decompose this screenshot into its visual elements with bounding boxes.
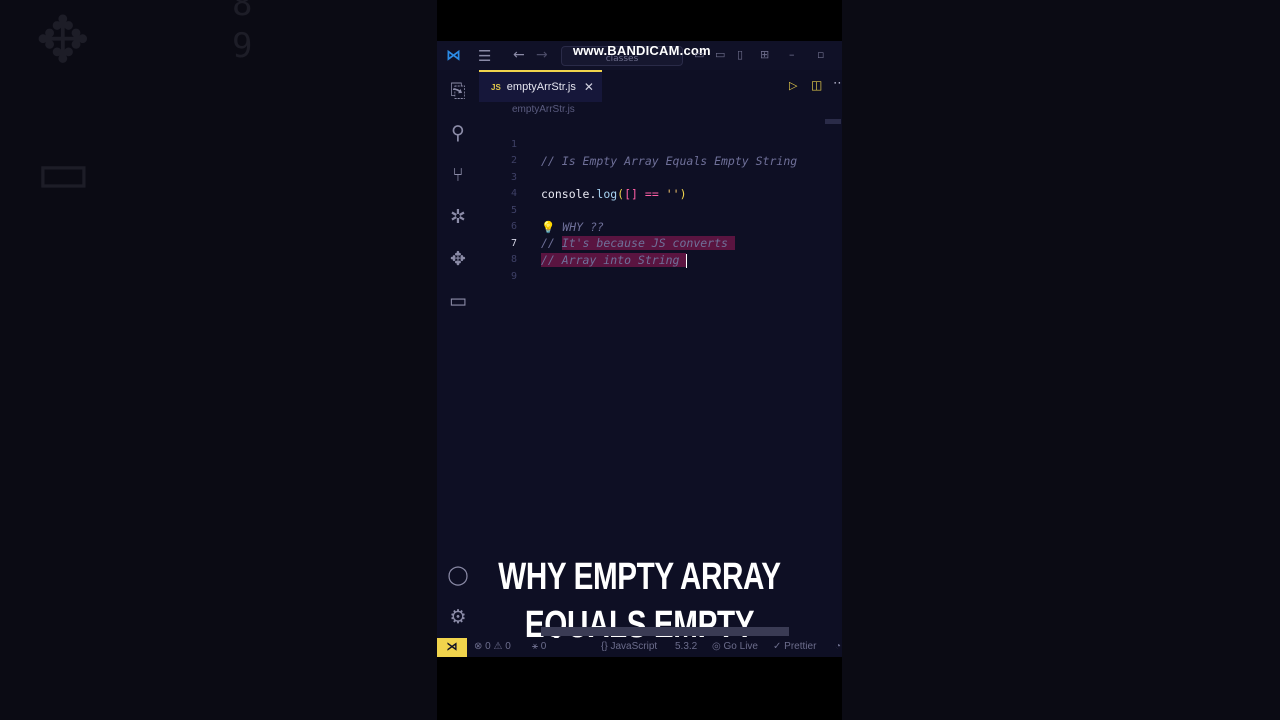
tab-emptyarrstr[interactable]: JS emptyArrStr.js ✕	[479, 70, 602, 102]
error-count: 0	[485, 641, 491, 652]
horizontal-scrollbar[interactable]	[541, 627, 789, 636]
line-number: 9	[510, 271, 517, 282]
go-live-button[interactable]: ◎ Go Live	[712, 641, 758, 652]
prettier-button[interactable]: ✓ Prettier	[773, 641, 816, 652]
tab-label: emptyArrStr.js	[506, 81, 576, 93]
broadcast-icon: ◎	[712, 641, 721, 652]
blurred-chat-icon: ▭	[36, 138, 91, 206]
extensions-icon[interactable]: ✥	[447, 248, 469, 270]
code-line: 9	[479, 251, 842, 282]
run-debug-icon[interactable]: ✲	[447, 206, 469, 228]
layout-panel-icon[interactable]: ▭	[694, 48, 704, 61]
code-line: 6 // It's because JS converts	[479, 201, 842, 250]
ports-indicator[interactable]: ⚹ 0	[532, 641, 546, 652]
problems-indicator[interactable]: ⊗ 0 ⚠ 0	[474, 641, 511, 652]
close-icon[interactable]: ✕	[584, 80, 594, 94]
error-icon: ⊗	[474, 641, 483, 652]
remote-indicator-icon[interactable]: ⋊	[437, 638, 467, 657]
back-arrow-icon[interactable]: ←	[513, 47, 525, 63]
double-check-icon: ✓	[773, 641, 782, 652]
layout-editor-icon[interactable]: ▭	[715, 48, 725, 61]
background-left: ✥ ▭ 8 9	[0, 0, 437, 720]
code-line: 8	[479, 234, 842, 265]
code-line-active: 7 // Array into String	[479, 218, 842, 268]
account-icon[interactable]: ◯	[447, 564, 469, 586]
video-frame: ⋈ ☰ ← → classes www.BANDICAM.com ▭ ▭ ▯ ⊞…	[437, 0, 842, 720]
code-line: 2	[479, 135, 842, 166]
bandicam-watermark: www.BANDICAM.com	[573, 43, 711, 58]
search-icon[interactable]: ⚲	[447, 122, 469, 144]
notifications-bell-icon[interactable]: ◔	[835, 641, 841, 652]
maximize-icon[interactable]: ▫	[817, 48, 824, 61]
title-bar: ⋈ ☰ ← → classes www.BANDICAM.com ▭ ▭ ▯ ⊞…	[437, 41, 842, 70]
caption-line-1: WHY EMPTY ARRAY	[498, 556, 781, 598]
minimap[interactable]	[825, 119, 841, 124]
code-line: 1 // Is Empty Array Equals Empty String	[479, 119, 842, 168]
customize-layout-icon[interactable]: ⊞	[760, 48, 769, 61]
code-line: 4	[479, 168, 842, 199]
breadcrumb[interactable]: emptyArrStr.js	[512, 104, 575, 115]
activity-bar: ⎘ ⚲ ⑂ ✲ ✥ ▭ ◯ ⚙	[437, 70, 479, 638]
braces-icon: {}	[601, 641, 608, 652]
status-bar: ⋊ ⊗ 0 ⚠ 0 ⚹ 0 {} JavaScript 5.3.2 ◎ Go L…	[437, 638, 842, 657]
minimize-icon[interactable]: –	[789, 48, 795, 61]
layout-sidebar-icon[interactable]: ▯	[737, 48, 743, 61]
blurred-line-number: 8	[232, 0, 253, 24]
split-editor-icon[interactable]: ◫	[811, 78, 822, 92]
remote-chat-icon[interactable]: ▭	[447, 290, 469, 312]
vscode-logo-icon: ⋈	[446, 46, 461, 64]
vscode-window: ⋈ ☰ ← → classes www.BANDICAM.com ▭ ▭ ▯ ⊞…	[437, 41, 842, 657]
js-file-icon: JS	[491, 82, 501, 92]
explorer-icon[interactable]: ⎘	[447, 80, 469, 102]
language-mode[interactable]: {} JavaScript	[601, 641, 657, 652]
prettier-label: Prettier	[784, 641, 817, 652]
run-icon[interactable]: ▷	[789, 79, 797, 92]
menu-icon[interactable]: ☰	[478, 47, 491, 65]
source-control-icon[interactable]: ⑂	[447, 164, 469, 186]
forward-arrow-icon[interactable]: →	[536, 47, 548, 63]
code-line: 5 💡 WHY ??	[479, 185, 842, 234]
language-label: JavaScript	[610, 641, 658, 652]
tab-bar: JS emptyArrStr.js ✕ ▷ ◫ ⋯	[479, 70, 842, 102]
code-line: 3 console.log([] == '')	[479, 152, 842, 201]
background-right	[842, 0, 1280, 720]
settings-gear-icon[interactable]: ⚙	[447, 606, 469, 628]
warning-count: 0	[505, 641, 511, 652]
blurred-line-number: 9	[232, 26, 253, 66]
go-live-label: Go Live	[723, 641, 758, 652]
ports-count: 0	[540, 641, 547, 652]
more-actions-icon[interactable]: ⋯	[833, 76, 842, 91]
ts-version[interactable]: 5.3.2	[675, 641, 697, 652]
warning-icon: ⚠	[493, 641, 503, 652]
blurred-extensions-icon: ✥	[36, 4, 90, 78]
ports-icon: ⚹	[532, 641, 538, 652]
